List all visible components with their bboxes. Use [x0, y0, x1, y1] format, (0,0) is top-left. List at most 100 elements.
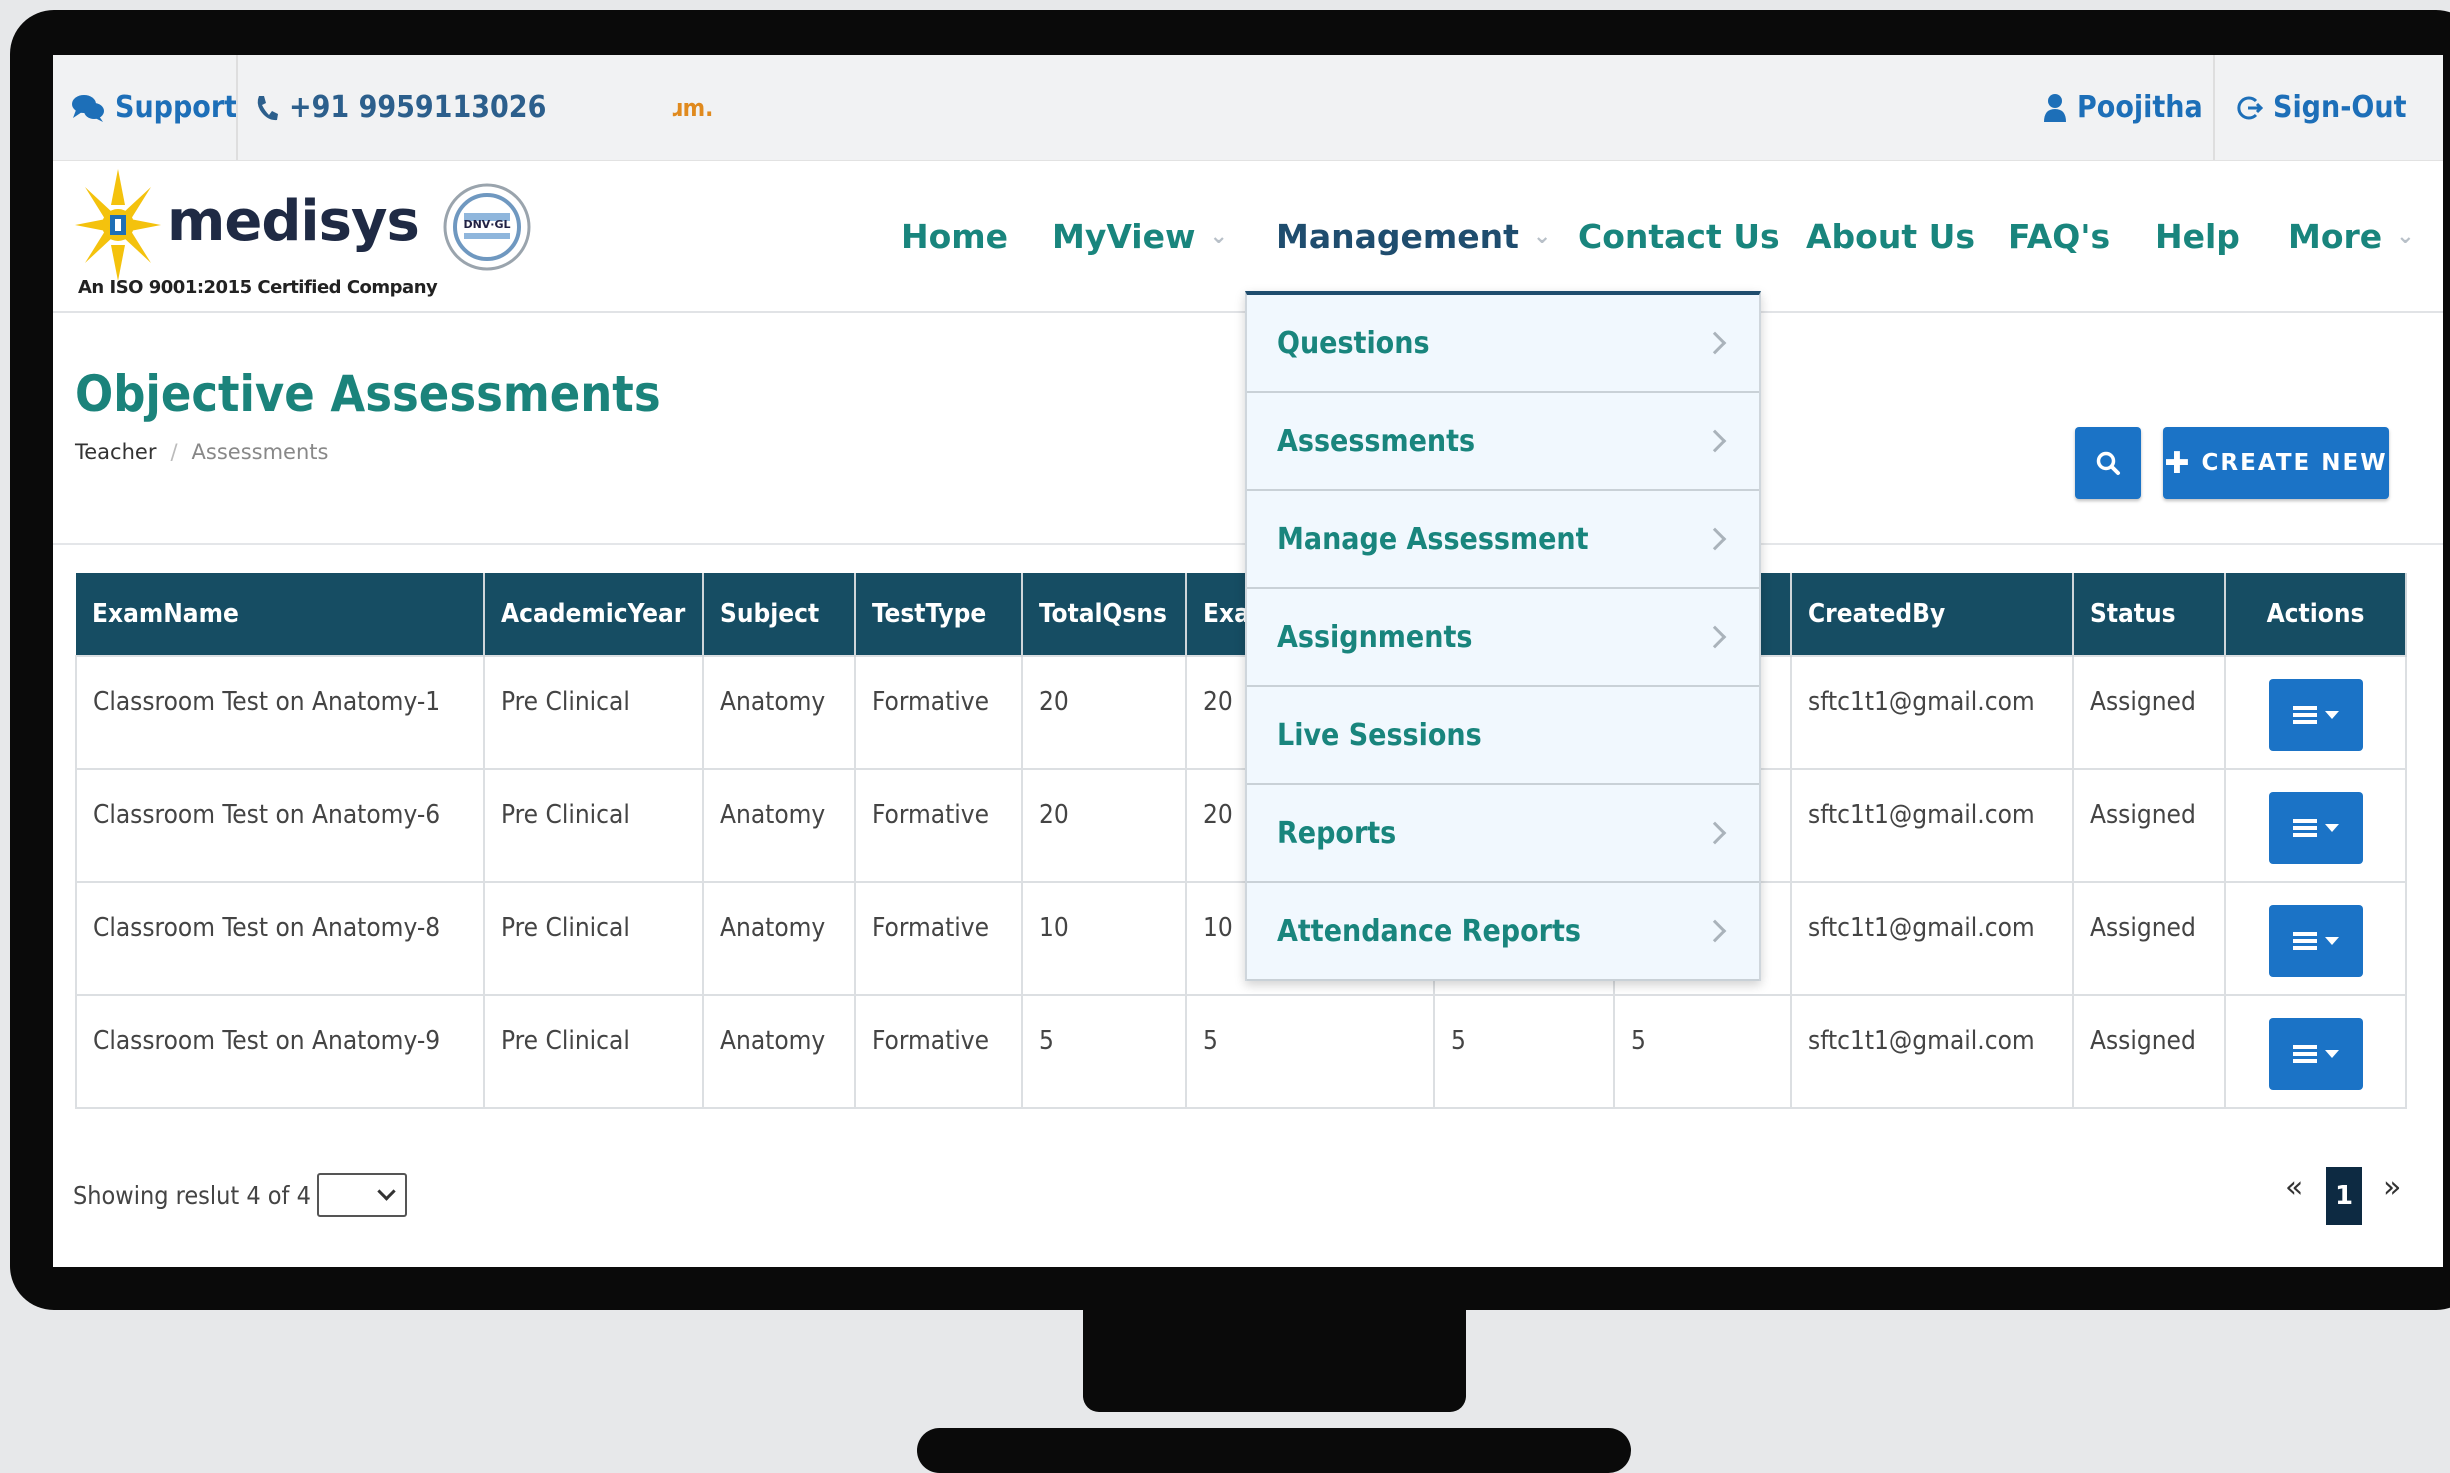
- nav-faq-label: FAQ's: [2008, 216, 2111, 256]
- table-header-row: ExamName AcademicYear Subject TestType T…: [76, 573, 2407, 656]
- phone-icon: [257, 95, 278, 120]
- phone-number: +91 9959113026: [289, 90, 547, 125]
- caret-down-icon: [2324, 937, 2339, 945]
- cell-subject: Anatomy: [702, 881, 856, 996]
- dnv-certification-badge: DNV·GL: [440, 175, 534, 285]
- cell-test-type: Formative: [854, 881, 1023, 996]
- menu-item-label: Attendance Reports: [1277, 913, 1581, 949]
- pagination-prev[interactable]: «: [2285, 1170, 2303, 1205]
- nav-help[interactable]: Help: [2155, 161, 2240, 311]
- chevron-right-icon: [1703, 919, 1727, 943]
- cell-test-type: Formative: [854, 655, 1023, 770]
- result-count: Showing reslut 4 of 4: [73, 1173, 407, 1217]
- cell-exam-name: Classroom Test on Anatomy-8: [75, 881, 485, 996]
- topbar-divider: [236, 55, 238, 160]
- row-actions-button[interactable]: [2268, 679, 2363, 751]
- logo[interactable]: medisys An ISO 9001:2015 Certified Compa…: [53, 161, 453, 311]
- create-new-button[interactable]: ✚ CREATE NEW: [2163, 427, 2389, 499]
- breadcrumb-assessments: Assessments: [191, 440, 329, 464]
- cell-subject: Anatomy: [702, 768, 856, 883]
- cell-exam-name: Classroom Test on Anatomy-6: [75, 768, 485, 883]
- menu-item-live-sessions[interactable]: Live Sessions: [1247, 687, 1759, 785]
- breadcrumb: Teacher / Assessments: [75, 440, 328, 464]
- chevron-right-icon: [1703, 331, 1727, 355]
- column-header[interactable]: Subject: [703, 573, 856, 656]
- list-icon: [2292, 819, 2317, 837]
- menu-item-assessments[interactable]: Assessments: [1247, 393, 1759, 491]
- cell-academic-year: Pre Clinical: [483, 994, 704, 1109]
- cell-created-by: sftc1t1@gmail.com: [1790, 881, 2074, 996]
- table-row: Classroom Test on Anatomy-8 Pre Clinical…: [75, 881, 2407, 996]
- nav-faq[interactable]: FAQ's: [2008, 161, 2110, 311]
- column-header[interactable]: TestType: [855, 573, 1023, 656]
- nav-management[interactable]: Management ⌄: [1276, 161, 1551, 311]
- cell-test-type: Formative: [854, 768, 1023, 883]
- menu-item-label: Questions: [1277, 325, 1430, 361]
- nav-contact-us[interactable]: Contact Us: [1578, 161, 1780, 311]
- menu-item-label: Assessments: [1277, 423, 1476, 459]
- nav-about-us[interactable]: About Us: [1806, 161, 1975, 311]
- menu-item-attendance-reports[interactable]: Attendance Reports: [1247, 883, 1759, 981]
- column-header[interactable]: ExamName: [76, 573, 485, 656]
- support-label: Support: [115, 90, 238, 125]
- page-size-select[interactable]: [316, 1173, 407, 1217]
- chat-icon: [72, 94, 104, 122]
- cell-created-by: sftc1t1@gmail.com: [1790, 994, 2074, 1109]
- user-link[interactable]: Poojitha: [2043, 55, 2203, 160]
- breadcrumb-teacher[interactable]: Teacher: [75, 440, 156, 464]
- phone-link[interactable]: +91 9959113026: [255, 55, 546, 160]
- nav-myview[interactable]: MyView ⌄: [1052, 161, 1228, 311]
- chevron-down-icon: ⌄: [1209, 223, 1228, 249]
- chevron-right-icon: [1703, 821, 1727, 845]
- search-button[interactable]: [2075, 427, 2141, 499]
- nav-more[interactable]: More ⌄: [2288, 161, 2415, 311]
- cell-total-qsns: 10: [1021, 881, 1187, 996]
- menu-item-label: Manage Assessment: [1277, 521, 1589, 557]
- user-name: Poojitha: [2077, 90, 2203, 125]
- cell-hidden-2: 5: [1613, 994, 1792, 1109]
- row-actions-button[interactable]: [2268, 792, 2363, 864]
- signout-icon: [2237, 96, 2263, 119]
- cell-status: Assigned: [2072, 994, 2226, 1109]
- nav-about-label: About Us: [1806, 216, 1976, 256]
- browser-screen: Support +91 9959113026 ɹm. Poojitha Sign…: [53, 55, 2443, 1267]
- cell-status: Assigned: [2072, 768, 2226, 883]
- cell-exam-name: Classroom Test on Anatomy-1: [75, 655, 485, 770]
- column-header[interactable]: TotalQsns: [1022, 573, 1187, 656]
- showing-text: Showing reslut 4 of 4: [73, 1180, 311, 1210]
- menu-item-assignments[interactable]: Assignments: [1247, 589, 1759, 687]
- column-header[interactable]: AcademicYear: [484, 573, 704, 656]
- row-actions-button[interactable]: [2268, 1018, 2363, 1090]
- search-icon: [2096, 451, 2120, 475]
- pagination-current[interactable]: 1: [2326, 1167, 2362, 1225]
- table-row: Classroom Test on Anatomy-9 Pre Clinical…: [75, 994, 2407, 1109]
- create-new-label: CREATE NEW: [2201, 450, 2388, 476]
- column-header: Actions: [2225, 573, 2407, 656]
- nav-home-label: Home: [901, 216, 1009, 256]
- plus-icon: ✚: [2164, 445, 2190, 481]
- marquee-text: ɹm.: [671, 93, 714, 122]
- cell-status: Assigned: [2072, 881, 2226, 996]
- menu-item-reports[interactable]: Reports: [1247, 785, 1759, 883]
- cell-actions: [2224, 655, 2407, 770]
- nav-home[interactable]: Home: [901, 161, 1008, 311]
- cell-exam-qsns: 5: [1185, 994, 1435, 1109]
- chevron-down-icon: ⌄: [2396, 223, 2415, 249]
- menu-item-questions[interactable]: Questions: [1247, 295, 1759, 393]
- list-icon: [2292, 706, 2317, 724]
- caret-down-icon: [2324, 1050, 2339, 1058]
- management-dropdown: Questions Assessments Manage Assessment …: [1245, 291, 1761, 981]
- signout-link[interactable]: Sign-Out: [2235, 55, 2407, 160]
- cell-total-qsns: 20: [1021, 655, 1187, 770]
- pagination-next[interactable]: »: [2383, 1170, 2401, 1205]
- row-actions-button[interactable]: [2268, 905, 2363, 977]
- chevron-right-icon: [1703, 429, 1727, 453]
- cell-exam-name: Classroom Test on Anatomy-9: [75, 994, 485, 1109]
- support-link[interactable]: Support: [71, 55, 237, 160]
- column-header[interactable]: Status: [2073, 573, 2226, 656]
- page-title: Objective Assessments: [75, 365, 661, 423]
- column-header[interactable]: CreatedBy: [1791, 573, 2074, 656]
- nav-management-label: Management: [1276, 216, 1519, 256]
- menu-item-manage-assessment[interactable]: Manage Assessment: [1247, 491, 1759, 589]
- monitor-foot: [917, 1428, 1631, 1473]
